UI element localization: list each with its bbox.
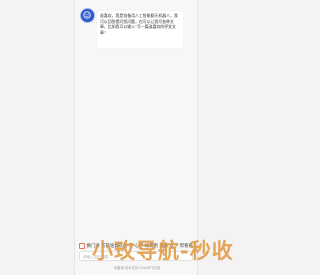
assistant-message: 谁喜欢，我是准备用人工智能聊天机器人，我可以回答提问您问题，也可以让我写各种文章… [97, 11, 183, 48]
chat-panel: 谁喜欢，我是准备用人工智能聊天机器人，我可以回答提问您问题，也可以让我写各种文章… [74, 0, 198, 275]
input-placeholder: 请输入您的问题... [83, 254, 112, 259]
shortcut-label: 换门讲 写篇谁喜欢的 写 心字 如需用 准备 以下 帮看看 [86, 243, 193, 249]
bot-avatar [80, 8, 95, 23]
footer-text: 粤备案 技术支持 ChatGPT应用 [113, 266, 161, 270]
shortcut-row[interactable]: 换门讲 写篇谁喜欢的 写 心字 如需用 准备 以下 帮看看 [79, 241, 193, 250]
robot-icon [83, 11, 91, 19]
checkbox-icon[interactable] [79, 242, 85, 249]
message-input[interactable]: 请输入您的问题... [79, 251, 193, 261]
